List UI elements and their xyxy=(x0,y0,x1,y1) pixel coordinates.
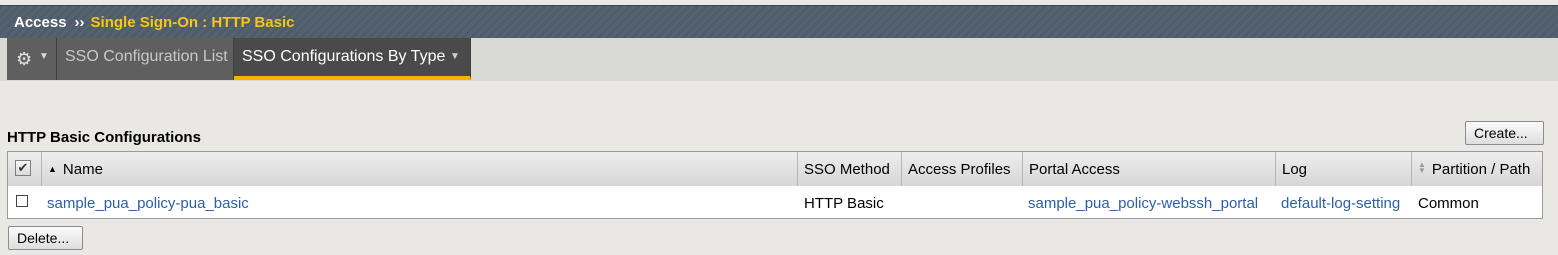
tab-bar: ⚙ ▼ SSO Configuration List SSO Configura… xyxy=(0,38,1558,81)
row-checkbox[interactable] xyxy=(16,195,28,207)
create-button[interactable]: Create... xyxy=(1465,121,1544,145)
chevron-down-icon: ▼ xyxy=(450,51,460,62)
tab-label: SSO Configuration List xyxy=(65,48,228,65)
gear-icon: ⚙ xyxy=(16,49,33,69)
partition-cell: Common xyxy=(1418,195,1479,212)
sort-ascending-icon: ▲ xyxy=(48,164,57,174)
breadcrumb-current: Single Sign-On : HTTP Basic xyxy=(90,14,295,31)
breadcrumb-separator: ›› xyxy=(74,14,85,31)
tab-sso-configuration-list[interactable]: SSO Configuration List xyxy=(57,38,234,80)
tab-label: SSO Configurations By Type xyxy=(242,48,446,65)
column-label: Access Profiles xyxy=(908,161,1011,178)
column-header-access-profiles[interactable]: Access Profiles xyxy=(902,152,1023,186)
log-setting-link[interactable]: default-log-setting xyxy=(1281,186,1400,218)
breadcrumb-root[interactable]: Access xyxy=(14,14,67,31)
title-bar: Access ›› Single Sign-On : HTTP Basic xyxy=(0,5,1558,38)
column-label: Partition / Path xyxy=(1431,161,1531,178)
section-title: HTTP Basic Configurations xyxy=(7,129,201,146)
sort-icon: ▲ ▼ xyxy=(1418,160,1426,175)
table-header: ✔ ▲ Name SSO Method Access Profiles Porta… xyxy=(8,152,1542,187)
table-row: sample_pua_policy-pua_basic HTTP Basic s… xyxy=(8,186,1542,218)
column-label: Portal Access xyxy=(1029,161,1120,178)
settings-menu-tab[interactable]: ⚙ ▼ xyxy=(7,38,57,80)
chevron-down-icon: ▼ xyxy=(39,51,49,62)
row-select-cell xyxy=(8,186,42,218)
select-all-checkbox[interactable]: ✔ xyxy=(15,160,31,176)
tab-sso-configurations-by-type[interactable]: SSO Configurations By Type ▼ xyxy=(234,38,471,80)
column-label: SSO Method xyxy=(804,161,890,178)
configurations-table: ✔ ▲ Name SSO Method Access Profiles Porta… xyxy=(7,151,1543,219)
column-label: Name xyxy=(62,161,103,178)
column-label: Log xyxy=(1282,161,1308,178)
column-header-log[interactable]: Log xyxy=(1276,152,1412,186)
sso-method-cell: HTTP Basic xyxy=(804,195,884,212)
column-header-name[interactable]: ▲ Name xyxy=(42,152,798,186)
portal-access-link[interactable]: sample_pua_policy-webssh_portal xyxy=(1028,186,1258,218)
select-all-cell: ✔ xyxy=(8,152,42,186)
column-header-portal-access[interactable]: Portal Access xyxy=(1023,152,1276,186)
column-header-partition[interactable]: ▲ ▼ Partition / Path xyxy=(1412,152,1542,186)
column-header-sso-method[interactable]: SSO Method xyxy=(798,152,902,186)
config-name-link[interactable]: sample_pua_policy-pua_basic xyxy=(47,186,249,218)
delete-button[interactable]: Delete... xyxy=(8,226,83,250)
breadcrumb: Access ›› Single Sign-On : HTTP Basic xyxy=(14,14,294,31)
